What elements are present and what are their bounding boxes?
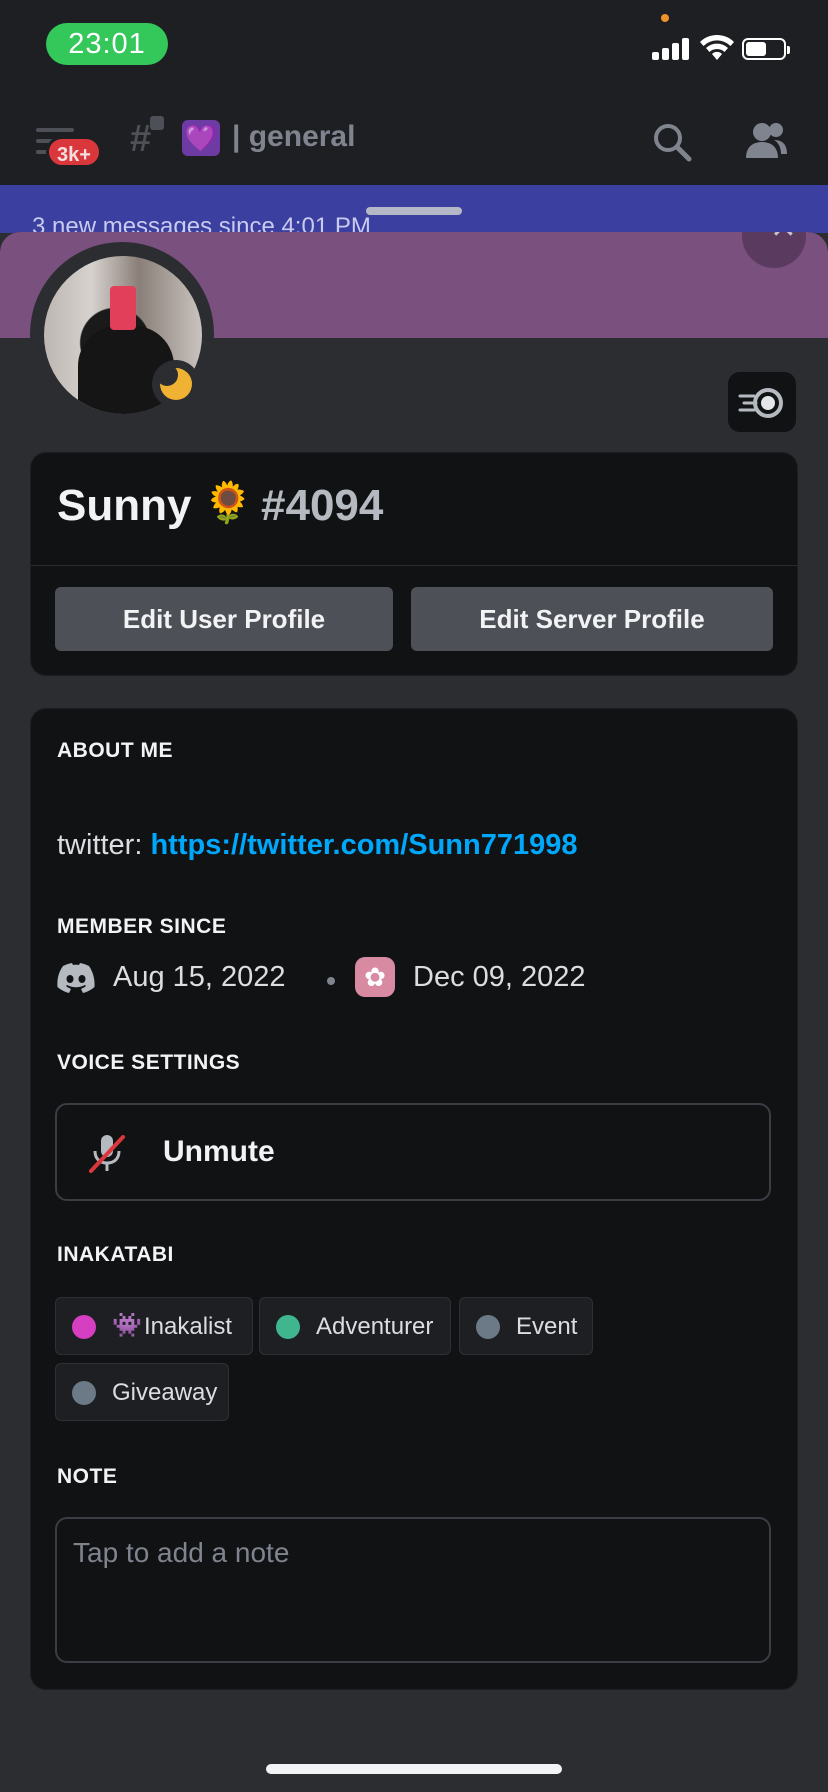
- cellular-signal-icon: [652, 36, 692, 60]
- new-messages-text: 3 new messages since 4:01 PM: [32, 213, 371, 233]
- privacy-indicator: [661, 14, 669, 22]
- name-emoji: 🌻: [203, 481, 253, 525]
- discord-logo-icon: [57, 963, 95, 993]
- wifi-icon: [700, 34, 734, 60]
- idle-status-icon: [152, 360, 200, 408]
- channel-header: 3k+ # 💜 | general: [0, 90, 828, 185]
- name-card: Sunny 🌻 #4094 Edit User Profile Edit Ser…: [30, 452, 798, 676]
- info-card: ABOUT ME twitter: https://twitter.com/Su…: [30, 708, 798, 1690]
- home-indicator[interactable]: [266, 1764, 562, 1774]
- nitro-badge-icon[interactable]: [728, 372, 796, 432]
- profile-screen: 23:01 3k+ # 💜 | general 3 new messages s…: [0, 0, 828, 1792]
- unmute-button[interactable]: Unmute: [55, 1103, 771, 1201]
- channel-hash-icon: #: [130, 118, 152, 160]
- status-bar: 23:01: [0, 0, 828, 90]
- note-input[interactable]: Tap to add a note: [55, 1517, 771, 1663]
- role-color-dot: [276, 1315, 300, 1339]
- about-me-title: ABOUT ME: [57, 739, 173, 762]
- roles-title: INAKATABI: [57, 1243, 174, 1266]
- separator-dot: [327, 977, 335, 985]
- role-label: Giveaway: [112, 1379, 218, 1406]
- divider: [31, 565, 797, 566]
- unmute-label: Unmute: [163, 1135, 275, 1168]
- note-title: NOTE: [57, 1465, 118, 1488]
- twitter-link[interactable]: https://twitter.com/Sunn771998: [150, 829, 577, 861]
- discriminator: #4094: [261, 481, 384, 530]
- member-since-title: MEMBER SINCE: [57, 915, 227, 938]
- discord-member-date: Aug 15, 2022: [113, 961, 286, 993]
- status-time: 23:01: [46, 23, 168, 65]
- role-color-dot: [72, 1315, 96, 1339]
- channel-name[interactable]: | general: [232, 120, 355, 154]
- server-member-date: Dec 09, 2022: [413, 961, 586, 993]
- role-chip-event[interactable]: Event: [459, 1297, 593, 1355]
- role-chip-adventurer[interactable]: Adventurer: [259, 1297, 451, 1355]
- close-icon[interactable]: ✕: [770, 232, 797, 246]
- role-chip-giveaway[interactable]: Giveaway: [55, 1363, 229, 1421]
- role-color-dot: [72, 1381, 96, 1405]
- edit-user-profile-button[interactable]: Edit User Profile: [55, 587, 393, 651]
- server-icon: ✿: [355, 957, 395, 997]
- unread-badge: 3k+: [46, 136, 102, 168]
- search-icon[interactable]: [652, 122, 692, 162]
- battery-icon: [742, 38, 790, 60]
- members-icon[interactable]: [744, 120, 788, 160]
- muted-mic-icon: [89, 1135, 125, 1173]
- display-name: Sunny: [57, 481, 192, 530]
- note-placeholder: Tap to add a note: [73, 1537, 290, 1568]
- role-color-dot: [476, 1315, 500, 1339]
- role-emoji: 👾: [112, 1312, 142, 1339]
- role-label: Adventurer: [316, 1313, 434, 1340]
- channel-emoji: 💜: [182, 120, 220, 156]
- role-label: Event: [516, 1313, 578, 1340]
- voice-settings-title: VOICE SETTINGS: [57, 1051, 241, 1074]
- role-label: Inakalist: [144, 1313, 233, 1340]
- role-chip-inakalist[interactable]: 👾 Inakalist: [55, 1297, 253, 1355]
- about-me-text: twitter: https://twitter.com/Sunn771998: [57, 829, 578, 862]
- sheet-drag-handle[interactable]: [366, 207, 462, 215]
- about-prefix: twitter:: [57, 829, 151, 861]
- member-since-row: Aug 15, 2022 ✿ Dec 09, 2022: [57, 957, 757, 1001]
- edit-server-profile-button[interactable]: Edit Server Profile: [411, 587, 773, 651]
- profile-sheet: ✕ Sunny 🌻 #4094 Edit User Profile Edit S…: [0, 232, 828, 1792]
- lock-icon: [150, 116, 164, 130]
